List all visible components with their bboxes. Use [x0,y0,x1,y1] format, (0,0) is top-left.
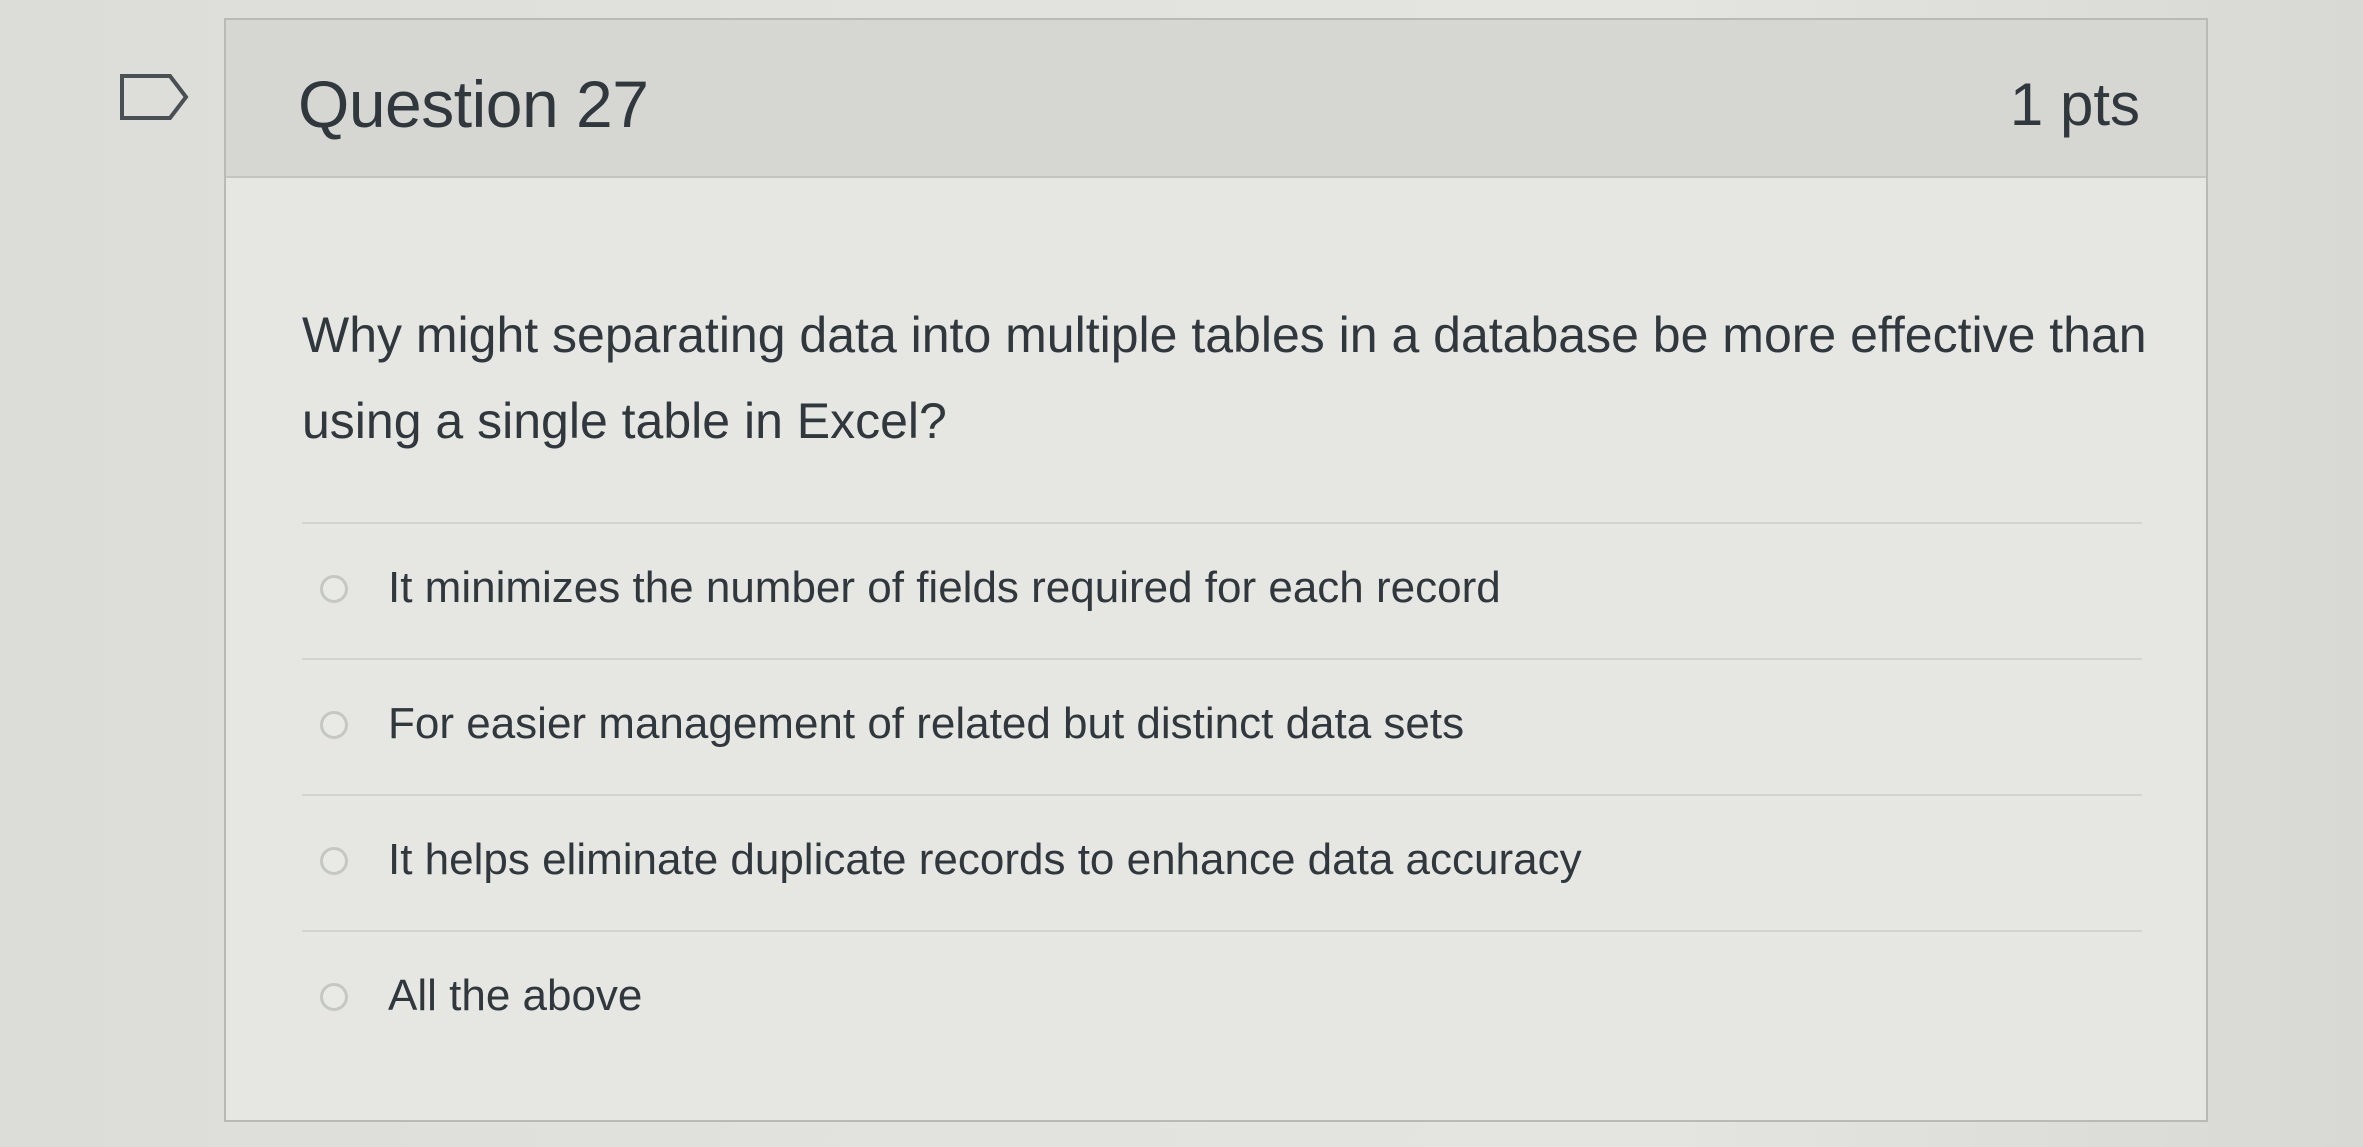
answer-option[interactable]: It helps eliminate duplicate records to … [302,794,2142,930]
question-points: 1 pts [2009,71,2140,138]
answer-label: For easier management of related but dis… [388,699,1465,748]
radio-button[interactable] [320,575,348,603]
answer-option[interactable]: For easier management of related but dis… [302,658,2142,794]
answer-option[interactable]: All the above [302,930,2142,1066]
radio-button[interactable] [320,983,348,1011]
question-card: Question 27 1 pts Why might separating d… [224,18,2208,1122]
question-header: Question 27 1 pts [226,20,2206,178]
answer-option[interactable]: It minimizes the number of fields requir… [302,522,2142,658]
answer-label: All the above [388,971,643,1020]
radio-button[interactable] [320,711,348,739]
question-text: Why might separating data into multiple … [302,307,2147,449]
question-title: Question 27 [298,67,649,141]
answer-list: It minimizes the number of fields requir… [302,522,2142,1066]
answer-label: It helps eliminate duplicate records to … [388,835,1582,884]
flag-question-icon[interactable] [118,72,192,122]
answer-label: It minimizes the number of fields requir… [388,563,1501,612]
radio-button[interactable] [320,847,348,875]
